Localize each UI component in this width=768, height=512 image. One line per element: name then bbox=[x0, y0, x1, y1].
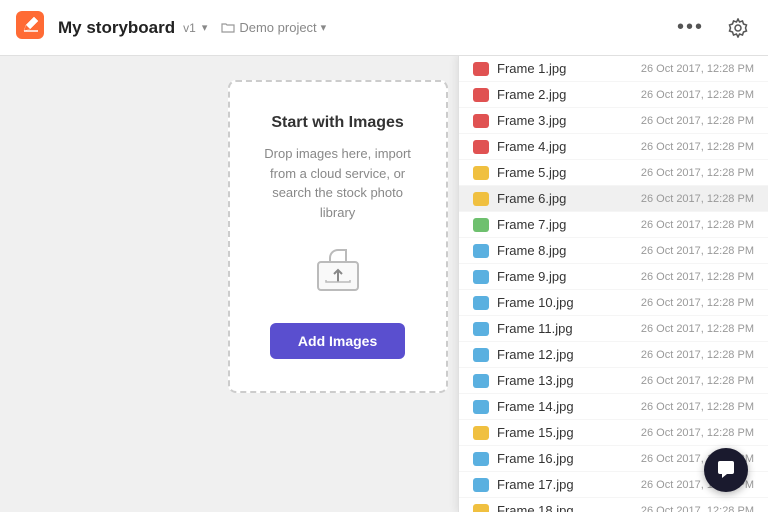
file-list-item[interactable]: Frame 11.jpg 26 Oct 2017, 12:28 PM bbox=[459, 316, 768, 342]
chat-icon bbox=[715, 459, 737, 481]
header-title-area: My storyboard v1 ▾ Demo project ▾ bbox=[58, 18, 669, 38]
file-date: 26 Oct 2017, 12:28 PM bbox=[641, 63, 754, 75]
file-date: 26 Oct 2017, 12:28 PM bbox=[641, 427, 754, 439]
add-images-button[interactable]: Add Images bbox=[270, 323, 405, 359]
version-badge: v1 bbox=[183, 21, 196, 35]
more-options-button[interactable]: ••• bbox=[669, 12, 712, 43]
file-name: Frame 13.jpg bbox=[497, 373, 633, 388]
file-list-item[interactable]: Frame 10.jpg 26 Oct 2017, 12:28 PM bbox=[459, 290, 768, 316]
file-name: Frame 10.jpg bbox=[497, 295, 633, 310]
version-chevron[interactable]: ▾ bbox=[202, 21, 208, 34]
file-list-item[interactable]: Frame 3.jpg 26 Oct 2017, 12:28 PM bbox=[459, 108, 768, 134]
main-content: Start with Images Drop images here, impo… bbox=[0, 56, 768, 512]
gear-icon bbox=[728, 18, 748, 38]
file-name: Frame 5.jpg bbox=[497, 165, 633, 180]
header: My storyboard v1 ▾ Demo project ▾ ••• bbox=[0, 0, 768, 56]
drop-zone-description: Drop images here, import from a cloud se… bbox=[254, 144, 422, 222]
file-date: 26 Oct 2017, 12:28 PM bbox=[641, 193, 754, 205]
project-chevron[interactable]: ▾ bbox=[321, 21, 327, 34]
file-date: 26 Oct 2017, 12:28 PM bbox=[641, 89, 754, 101]
file-list-item[interactable]: Frame 1.jpg 26 Oct 2017, 12:28 PM bbox=[459, 56, 768, 82]
file-date: 26 Oct 2017, 12:28 PM bbox=[641, 375, 754, 387]
file-name: Frame 16.jpg bbox=[497, 451, 633, 466]
chat-widget[interactable] bbox=[704, 448, 748, 492]
drop-zone: Start with Images Drop images here, impo… bbox=[228, 80, 448, 393]
file-date: 26 Oct 2017, 12:28 PM bbox=[641, 323, 754, 335]
file-name: Frame 15.jpg bbox=[497, 425, 633, 440]
project-area: Demo project ▾ bbox=[221, 20, 326, 35]
file-name: Frame 4.jpg bbox=[497, 139, 633, 154]
file-dropdown: Frame 1.jpg26 Oct 2017, 12:28 PMFrame 2.… bbox=[458, 56, 768, 512]
file-list-item[interactable]: Frame 2.jpg 26 Oct 2017, 12:28 PM bbox=[459, 82, 768, 108]
file-name: Frame 8.jpg bbox=[497, 243, 633, 258]
file-date: 26 Oct 2017, 12:28 PM bbox=[641, 271, 754, 283]
folder-icon bbox=[221, 21, 235, 35]
file-name: Frame 7.jpg bbox=[497, 217, 633, 232]
file-date: 26 Oct 2017, 12:28 PM bbox=[641, 141, 754, 153]
file-name: Frame 11.jpg bbox=[497, 321, 633, 336]
file-list-item[interactable]: Frame 9.jpg 26 Oct 2017, 12:28 PM bbox=[459, 264, 768, 290]
storyboard-title: My storyboard bbox=[58, 18, 175, 38]
file-name: Frame 1.jpg bbox=[497, 61, 633, 76]
file-name: Frame 6.jpg bbox=[497, 191, 633, 206]
upload-icon bbox=[312, 242, 364, 299]
file-list-item[interactable]: Frame 15.jpg 26 Oct 2017, 12:28 PM bbox=[459, 420, 768, 446]
file-name: Frame 9.jpg bbox=[497, 269, 633, 284]
file-list-item[interactable]: Frame 4.jpg 26 Oct 2017, 12:28 PM bbox=[459, 134, 768, 160]
file-date: 26 Oct 2017, 12:28 PM bbox=[641, 167, 754, 179]
file-date: 26 Oct 2017, 12:28 PM bbox=[641, 297, 754, 309]
file-list-item[interactable]: Frame 7.jpg 26 Oct 2017, 12:28 PM bbox=[459, 212, 768, 238]
file-date: 26 Oct 2017, 12:28 PM bbox=[641, 245, 754, 257]
settings-button[interactable] bbox=[724, 14, 752, 42]
project-name[interactable]: Demo project bbox=[239, 20, 316, 35]
file-list-item[interactable]: Frame 13.jpg 26 Oct 2017, 12:28 PM bbox=[459, 368, 768, 394]
drop-zone-title: Start with Images bbox=[271, 114, 403, 132]
logo-icon bbox=[16, 11, 44, 44]
file-list-item[interactable]: Frame 5.jpg 26 Oct 2017, 12:28 PM bbox=[459, 160, 768, 186]
file-name: Frame 14.jpg bbox=[497, 399, 633, 414]
file-list-item[interactable]: Frame 18.jpg 26 Oct 2017, 12:28 PM bbox=[459, 498, 768, 512]
file-date: 26 Oct 2017, 12:28 PM bbox=[641, 219, 754, 231]
file-list-item[interactable]: Frame 6.jpg 26 Oct 2017, 12:28 PM bbox=[459, 186, 768, 212]
file-date: 26 Oct 2017, 12:28 PM bbox=[641, 115, 754, 127]
file-date: 26 Oct 2017, 12:28 PM bbox=[641, 401, 754, 413]
file-date: 26 Oct 2017, 12:28 PM bbox=[641, 505, 754, 512]
header-actions: ••• bbox=[669, 12, 752, 43]
file-name: Frame 2.jpg bbox=[497, 87, 633, 102]
file-name: Frame 12.jpg bbox=[497, 347, 633, 362]
file-name: Frame 17.jpg bbox=[497, 477, 633, 492]
file-list-item[interactable]: Frame 12.jpg 26 Oct 2017, 12:28 PM bbox=[459, 342, 768, 368]
file-list-item[interactable]: Frame 8.jpg 26 Oct 2017, 12:28 PM bbox=[459, 238, 768, 264]
file-name: Frame 3.jpg bbox=[497, 113, 633, 128]
file-date: 26 Oct 2017, 12:28 PM bbox=[641, 349, 754, 361]
file-list-item[interactable]: Frame 14.jpg 26 Oct 2017, 12:28 PM bbox=[459, 394, 768, 420]
file-name: Frame 18.jpg bbox=[497, 503, 633, 512]
